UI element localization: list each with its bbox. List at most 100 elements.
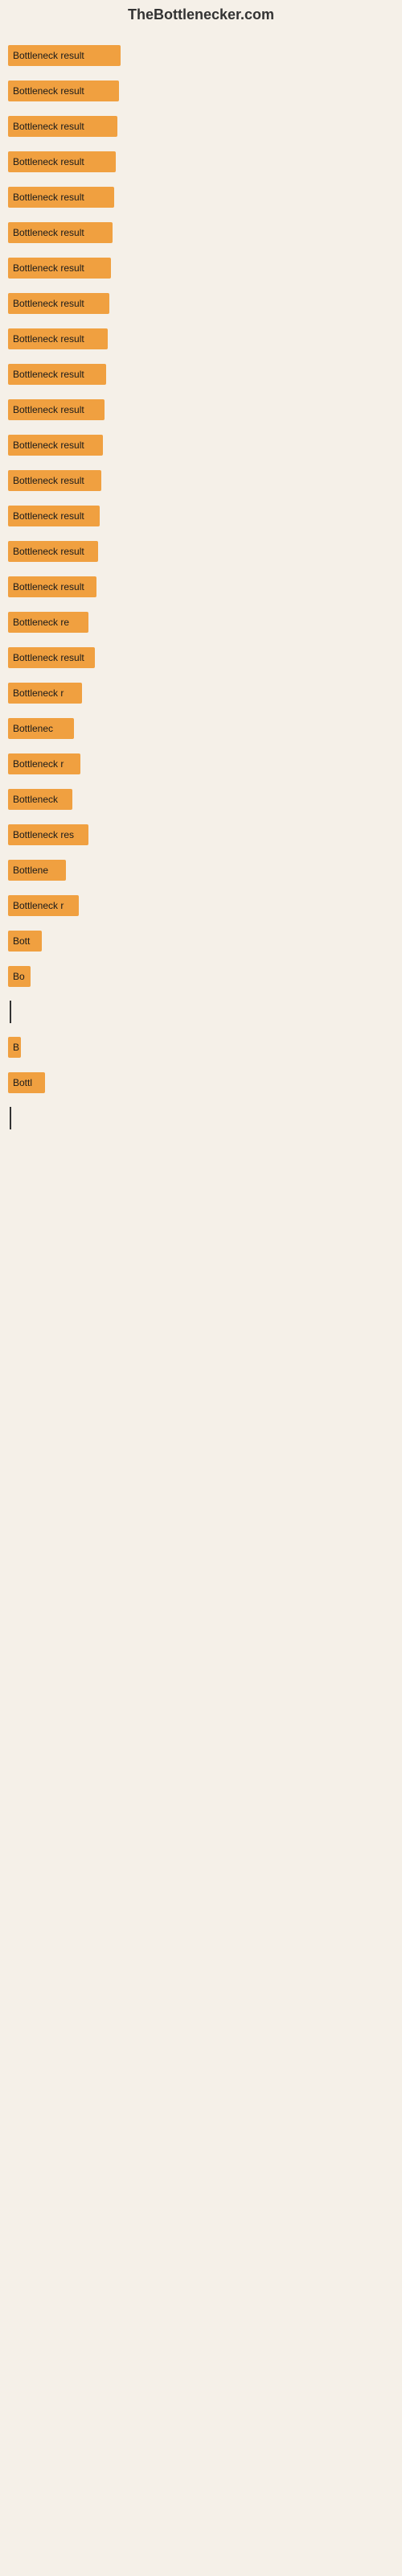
bar-label: Bottleneck result [13,333,84,345]
bar-label: Bottleneck result [13,652,84,663]
bottleneck-bar: Bottleneck result [8,187,114,208]
bar-row: Bo [8,959,394,994]
bar-row: Bottleneck result [8,144,394,180]
bar-label: Bottleneck result [13,581,84,592]
bar-row: Bottleneck result [8,73,394,109]
bar-row: Bott [8,923,394,959]
bar-row: Bottl [8,1065,394,1100]
bar-row [8,994,394,1030]
bar-label: Bottleneck r [13,900,64,911]
bar-row: Bottlenec [8,711,394,746]
bar-label: Bottleneck res [13,829,74,840]
bar-row: Bottlene [8,852,394,888]
bar-label: Bottleneck [13,794,58,805]
bottleneck-bar: Bottleneck result [8,576,96,597]
bar-row: Bottleneck result [8,180,394,215]
bottleneck-bar: Bottleneck r [8,753,80,774]
bottleneck-bar: Bottleneck result [8,541,98,562]
bar-row [8,1207,394,1242]
bar-row [8,1348,394,1384]
bar-row: Bottleneck result [8,569,394,605]
bar-row: Bottleneck result [8,357,394,392]
bottleneck-bar: Bottleneck r [8,895,79,916]
bar-row: Bottleneck result [8,38,394,73]
bottleneck-bar: Bottl [8,1072,45,1093]
bar-label: Bottlene [13,865,48,876]
bar-label: Bottleneck result [13,85,84,97]
bar-row: Bottleneck r [8,746,394,782]
bottleneck-bar: Bottleneck res [8,824,88,845]
bar-label: Bottleneck result [13,156,84,167]
vertical-line [10,1001,11,1023]
bar-row [8,1136,394,1171]
bottleneck-bar: Bottleneck result [8,364,106,385]
bar-label: Bottleneck result [13,121,84,132]
bottleneck-bar: Bottleneck result [8,293,109,314]
bar-label: Bottleneck result [13,369,84,380]
bar-row: Bottleneck result [8,286,394,321]
bar-row: Bottleneck result [8,392,394,427]
bottleneck-bar: Bottleneck result [8,506,100,526]
bar-label: Bottleneck result [13,510,84,522]
bottleneck-bar: Bottleneck r [8,683,82,704]
bar-row: B [8,1030,394,1065]
bar-label: B [13,1042,19,1053]
bottleneck-bar: B [8,1037,21,1058]
bar-row: Bottleneck result [8,640,394,675]
bottleneck-bar: Bottlene [8,860,66,881]
bottleneck-bar: Bottleneck result [8,647,95,668]
bottleneck-bar: Bottleneck result [8,45,121,66]
bottleneck-bar: Bottleneck re [8,612,88,633]
bottleneck-bar: Bottleneck result [8,258,111,279]
site-title: TheBottlenecker.com [0,0,402,30]
bar-label: Bo [13,971,25,982]
bar-row: Bottleneck result [8,215,394,250]
bars-container: Bottleneck result Bottleneck result Bottle… [0,30,402,1427]
bar-row [8,1384,394,1419]
bar-row [8,1313,394,1348]
bottleneck-bar: Bottlenec [8,718,74,739]
bottleneck-bar: Bo [8,966,31,987]
bottleneck-bar: Bott [8,931,42,952]
bar-label: Bott [13,935,30,947]
bar-row: Bottleneck result [8,250,394,286]
bottleneck-bar: Bottleneck result [8,399,105,420]
bar-label: Bottleneck result [13,440,84,451]
bar-label: Bottleneck result [13,475,84,486]
bar-label: Bottleneck result [13,227,84,238]
bar-label: Bottleneck result [13,546,84,557]
bar-label: Bottleneck r [13,758,64,770]
bar-label: Bottleneck result [13,404,84,415]
bottleneck-bar: Bottleneck result [8,151,116,172]
bottleneck-bar: Bottleneck result [8,116,117,137]
bar-row [8,1171,394,1207]
bar-row: Bottleneck result [8,109,394,144]
bottleneck-bar: Bottleneck result [8,80,119,101]
bar-row [8,1100,394,1136]
bar-row: Bottleneck re [8,605,394,640]
bar-label: Bottleneck re [13,617,69,628]
bar-row: Bottleneck result [8,321,394,357]
bar-row: Bottleneck res [8,817,394,852]
bar-row [8,1242,394,1278]
bar-row [8,1278,394,1313]
bottleneck-bar: Bottleneck result [8,222,113,243]
bar-row: Bottleneck result [8,463,394,498]
bar-label: Bottleneck result [13,50,84,61]
bar-label: Bottlenec [13,723,53,734]
vertical-line [10,1107,11,1129]
bar-label: Bottl [13,1077,32,1088]
bar-label: Bottleneck result [13,192,84,203]
bottleneck-bar: Bottleneck result [8,470,101,491]
bottleneck-bar: Bottleneck result [8,435,103,456]
bar-row: Bottleneck result [8,498,394,534]
bar-row: Bottleneck r [8,675,394,711]
bar-row: Bottleneck [8,782,394,817]
bar-row: Bottleneck result [8,534,394,569]
bar-label: Bottleneck r [13,687,64,699]
bar-row: Bottleneck result [8,427,394,463]
bottleneck-bar: Bottleneck [8,789,72,810]
bottleneck-bar: Bottleneck result [8,328,108,349]
bar-row: Bottleneck r [8,888,394,923]
bar-label: Bottleneck result [13,262,84,274]
